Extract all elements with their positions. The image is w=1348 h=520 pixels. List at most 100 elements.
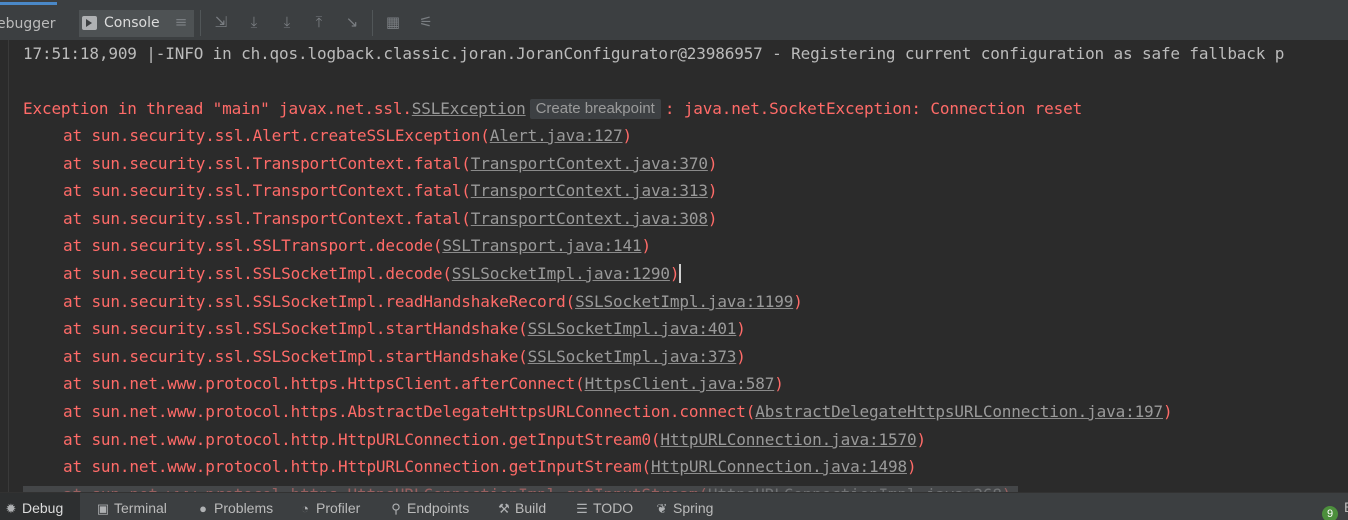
stack-frame-close: ) bbox=[669, 264, 680, 283]
gutter-divider bbox=[8, 40, 9, 492]
debug-toolbar: ebugger Console ≡ ⇲ ⤓ ⤓ ⤒ ↘ ▦ ⚟ bbox=[0, 0, 1348, 40]
stack-frame-line: at sun.security.ssl.SSLSocketImpl.decode… bbox=[23, 263, 682, 285]
source-link[interactable]: SSLSocketImpl.java:373 bbox=[528, 347, 737, 366]
spring-leaf-icon: ❦ bbox=[656, 501, 668, 516]
step-out-icon[interactable]: ↘ bbox=[343, 13, 361, 31]
tool-tab-label: Problems bbox=[214, 500, 274, 516]
tool-tab-terminal[interactable]: ▣ Terminal bbox=[92, 493, 182, 520]
stack-frame-method: at sun.security.ssl.SSLSocketImpl.readHa… bbox=[63, 292, 576, 311]
stack-frame-method: at sun.net.www.protocol.https.AbstractDe… bbox=[63, 402, 756, 421]
source-link[interactable]: HttpURLConnection.java:1498 bbox=[651, 457, 907, 476]
problems-icon: ● bbox=[199, 501, 207, 516]
exception-suffix: : java.net.SocketException: Connection r… bbox=[664, 99, 1083, 118]
source-link[interactable]: SSLSocketImpl.java:401 bbox=[528, 319, 737, 338]
terminal-icon: ▣ bbox=[96, 501, 110, 516]
exception-prefix: Exception in thread "main" javax.net.ssl… bbox=[23, 99, 412, 118]
stack-frame-line: at sun.net.www.protocol.https.AbstractDe… bbox=[23, 401, 1173, 423]
source-link[interactable]: SSLSocketImpl.java:1290 bbox=[452, 264, 670, 283]
stack-frame-close: ) bbox=[707, 154, 718, 173]
tab-console-label: Console bbox=[104, 15, 160, 31]
download-icon[interactable]: ⤓ bbox=[278, 13, 296, 31]
menu-icon[interactable]: ≡ bbox=[172, 13, 190, 31]
source-link[interactable]: HttpsClient.java:587 bbox=[585, 374, 775, 393]
stack-frame-close: ) bbox=[793, 292, 803, 311]
toolbar-separator bbox=[372, 10, 373, 36]
stack-frame-line: at sun.net.www.protocol.https.HttpsClien… bbox=[23, 373, 784, 395]
tool-tab-problems[interactable]: ● Problems bbox=[192, 493, 282, 520]
console-icon bbox=[82, 16, 97, 30]
stack-frame-line: at sun.security.ssl.TransportContext.fat… bbox=[23, 153, 717, 175]
endpoints-icon: ⚲ bbox=[391, 501, 401, 516]
source-link[interactable]: AbstractDelegateHttpsURLConnection.java:… bbox=[755, 402, 1163, 421]
tool-tab-profiler[interactable]: ◔ Profiler bbox=[294, 493, 374, 520]
scroll-to-end-icon[interactable]: ⤓ bbox=[245, 13, 263, 31]
stack-frame-method: at sun.net.www.protocol.https.HttpsClien… bbox=[63, 374, 585, 393]
console-output[interactable]: 17:51:18,909 |-INFO in ch.qos.logback.cl… bbox=[0, 40, 1348, 492]
info-log-line: 17:51:18,909 |-INFO in ch.qos.logback.cl… bbox=[23, 44, 1285, 63]
event-log-label[interactable]: E bbox=[1344, 499, 1348, 515]
tool-tab-label: TODO bbox=[593, 500, 634, 516]
stack-frame-line: at sun.net.www.protocol.http.HttpURLConn… bbox=[23, 456, 917, 478]
tool-tab-spring[interactable]: ❦ Spring bbox=[651, 493, 731, 520]
stack-frame-line: at sun.security.ssl.TransportContext.fat… bbox=[23, 208, 717, 230]
event-log-badge[interactable]: 9 bbox=[1322, 506, 1338, 520]
list-icon: ☰ bbox=[576, 501, 588, 516]
table-icon[interactable]: ▦ bbox=[384, 13, 402, 31]
tool-window-bar: ✹ Debug ▣ Terminal ● Problems ◔ Profiler ⚲ Endpoi… bbox=[0, 492, 1348, 520]
profiler-icon: ◔ bbox=[301, 501, 309, 516]
toolbar-separator bbox=[200, 10, 201, 36]
stack-frame-method: at sun.security.ssl.TransportContext.fat… bbox=[63, 181, 471, 200]
source-link[interactable]: TransportContext.java:313 bbox=[471, 181, 708, 200]
tool-tab-todo[interactable]: ☰ TODO bbox=[571, 493, 641, 520]
settings-icon[interactable]: ⚟ bbox=[417, 13, 435, 31]
tool-tab-label: Build bbox=[515, 500, 547, 516]
source-link[interactable]: TransportContext.java:370 bbox=[471, 154, 708, 173]
tool-tab-label: Spring bbox=[673, 500, 714, 516]
tool-tab-debug[interactable]: ✹ Debug bbox=[0, 493, 80, 520]
stack-frame-line: at sun.net.www.protocol.http.HttpURLConn… bbox=[23, 429, 926, 451]
restore-layout-icon[interactable]: ⇲ bbox=[212, 13, 230, 31]
stack-frame-method: at sun.security.ssl.SSLSocketImpl.startH… bbox=[63, 319, 528, 338]
create-breakpoint-hint[interactable]: Create breakpoint bbox=[529, 99, 661, 119]
stack-frame-method: at sun.security.ssl.SSLSocketImpl.startH… bbox=[63, 347, 528, 366]
stack-frame-line: at sun.security.ssl.SSLSocketImpl.readHa… bbox=[23, 291, 803, 313]
exception-class-link[interactable]: SSLException bbox=[412, 99, 526, 118]
source-link[interactable]: Alert.java:127 bbox=[490, 126, 623, 145]
stack-frame-close: ) bbox=[736, 319, 746, 338]
stack-frame-method: at sun.security.ssl.Alert.createSSLExcep… bbox=[63, 126, 490, 145]
exception-header: Exception in thread "main" javax.net.ssl… bbox=[23, 98, 1082, 120]
text-caret bbox=[679, 264, 682, 283]
stack-frame-method: at sun.net.www.protocol.http.HttpURLConn… bbox=[63, 457, 651, 476]
source-link[interactable]: HttpURLConnection.java:1570 bbox=[660, 430, 916, 449]
stack-frame-line: at sun.security.ssl.SSLTransport.decode(… bbox=[23, 235, 651, 257]
stack-frame-method: at sun.security.ssl.TransportContext.fat… bbox=[63, 154, 471, 173]
stack-frame-close: ) bbox=[641, 236, 651, 255]
stack-frame-close: ) bbox=[906, 457, 917, 476]
tool-tab-label: Profiler bbox=[316, 500, 361, 516]
stack-frame-method: at sun.security.ssl.SSLSocketImpl.decode… bbox=[63, 264, 452, 283]
stack-frame-line: at sun.security.ssl.TransportContext.fat… bbox=[23, 180, 717, 202]
tab-debugger[interactable]: ebugger bbox=[0, 13, 56, 35]
source-link[interactable]: SSLTransport.java:141 bbox=[442, 236, 641, 255]
tool-tab-label: Endpoints bbox=[407, 500, 470, 516]
bug-icon: ✹ bbox=[5, 501, 17, 516]
stack-frame-close: ) bbox=[707, 209, 718, 228]
stack-frame-close: ) bbox=[707, 181, 718, 200]
stack-frame-line: at sun.security.ssl.SSLSocketImpl.startH… bbox=[23, 346, 746, 368]
tool-tab-endpoints[interactable]: ⚲ Endpoints bbox=[385, 493, 485, 520]
stack-frame-line: at sun.security.ssl.Alert.createSSLExcep… bbox=[23, 125, 632, 147]
active-tab-indicator bbox=[0, 2, 57, 5]
hammer-icon: ⚒ bbox=[498, 501, 510, 516]
stack-frame-method: at sun.net.www.protocol.http.HttpURLConn… bbox=[63, 430, 661, 449]
tool-tab-label: Debug bbox=[22, 500, 64, 516]
stack-frame-method: at sun.security.ssl.TransportContext.fat… bbox=[63, 209, 471, 228]
stack-frame-close: ) bbox=[1163, 402, 1173, 421]
stack-frame-line: at sun.security.ssl.SSLSocketImpl.startH… bbox=[23, 318, 746, 340]
tool-tab-build[interactable]: ⚒ Build bbox=[493, 493, 563, 520]
upload-icon[interactable]: ⤒ bbox=[310, 13, 328, 31]
source-link[interactable]: SSLSocketImpl.java:1199 bbox=[575, 292, 793, 311]
source-link[interactable]: TransportContext.java:308 bbox=[471, 209, 708, 228]
stack-frame-close: ) bbox=[622, 126, 633, 145]
stack-frame-close: ) bbox=[736, 347, 746, 366]
stack-frame-method: at sun.security.ssl.SSLTransport.decode( bbox=[63, 236, 443, 255]
